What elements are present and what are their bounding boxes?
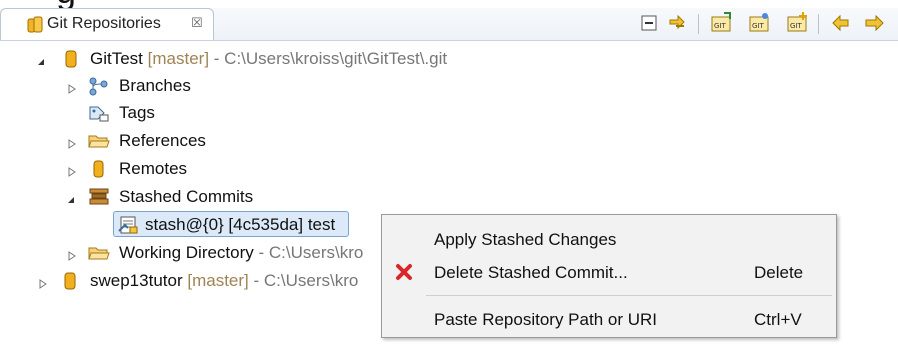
menu-item-label: Delete Stashed Commit... <box>434 263 628 282</box>
repository-name: swep13tutor <box>90 271 183 290</box>
collapsed-arrow-icon[interactable] <box>67 136 77 149</box>
tree-item-gittest-repository[interactable]: GitTest [master] - C:\Users\kroiss\git\G… <box>0 46 600 73</box>
collapsed-arrow-icon[interactable] <box>67 81 77 94</box>
git-repositories-icon <box>27 16 45 39</box>
menu-separator <box>426 295 832 296</box>
repository-icon <box>61 49 83 69</box>
tree-item-stashed-commits[interactable]: Stashed Commits <box>0 184 400 211</box>
git-repositories-tab[interactable]: Git Repositories ☒ <box>0 8 214 40</box>
stashed-commits-label: Stashed Commits <box>119 187 254 206</box>
menu-item-label: Paste Repository Path or URI <box>434 310 657 329</box>
tags-label: Tags <box>119 103 155 122</box>
toolbar-separator <box>698 14 699 34</box>
repository-name: GitTest <box>90 49 143 68</box>
tags-icon <box>88 103 110 123</box>
svg-text:GIT: GIT <box>714 22 726 30</box>
collapsed-arrow-icon[interactable] <box>67 164 77 177</box>
stash-entry-label: stash@{0} [4c535da] test <box>145 215 336 234</box>
repository-path: - C:\Users\kroiss\git\GitTest\.git <box>213 49 448 68</box>
branches-icon <box>88 76 110 96</box>
references-label: References <box>119 131 206 150</box>
collapse-all-icon[interactable] <box>636 11 662 35</box>
folder-icon <box>88 243 110 263</box>
stash-icon <box>88 187 110 207</box>
svg-text:GIT: GIT <box>790 22 802 30</box>
tree-item-remotes[interactable]: Remotes <box>0 156 400 183</box>
link-with-selection-icon[interactable] <box>664 11 690 35</box>
refresh-icon[interactable] <box>828 11 854 35</box>
remotes-label: Remotes <box>119 159 188 178</box>
expanded-arrow-icon[interactable] <box>36 54 46 65</box>
link-icon[interactable] <box>862 11 888 35</box>
create-repository-icon[interactable]: GIT <box>784 11 810 35</box>
tree-item-swep13tutor-repository[interactable]: swep13tutor [master] - C:\Users\kro <box>0 268 380 295</box>
branches-label: Branches <box>119 76 191 95</box>
close-icon[interactable]: ☒ <box>191 15 203 31</box>
svg-text:GIT: GIT <box>752 22 764 30</box>
menu-item-delete-stashed-commit[interactable]: Delete Stashed Commit... Delete <box>382 258 836 286</box>
menu-item-apply-stashed-changes[interactable]: Apply Stashed Changes <box>382 225 836 253</box>
menu-item-paste-repository-path[interactable]: Paste Repository Path or URI Ctrl+V <box>382 305 836 333</box>
add-existing-repository-icon[interactable]: GIT <box>708 11 734 35</box>
repository-branch: [master] <box>147 49 210 68</box>
clone-repository-icon[interactable]: GIT <box>746 11 772 35</box>
collapsed-arrow-icon[interactable] <box>67 248 77 261</box>
tree-item-working-directory[interactable]: Working Directory - C:\Users\kro <box>0 240 380 267</box>
repository-branch: [master] <box>187 271 249 290</box>
tree-item-branches[interactable]: Branches <box>0 73 400 100</box>
view-title: Git Repositories <box>47 15 161 32</box>
toolbar-separator <box>818 14 819 34</box>
context-menu: Apply Stashed Changes Delete Stashed Com… <box>381 214 837 338</box>
expanded-arrow-icon[interactable] <box>66 192 76 203</box>
working-directory-label: Working Directory <box>119 243 254 262</box>
tree-item-references[interactable]: References <box>0 128 400 155</box>
tree-item-stash-entry[interactable]: stash@{0} [4c535da] test <box>0 211 400 239</box>
stash-commit-icon <box>117 215 139 235</box>
working-directory-path: - C:\Users\kro <box>258 243 364 262</box>
tree-item-tags[interactable]: Tags <box>0 100 400 127</box>
view-toolbar: Git Repositories ☒ GIT GIT GIT <box>0 8 898 41</box>
repository-path: - C:\Users\kro <box>253 271 359 290</box>
git-repositories-screen: g Git Repositories ☒ <box>0 0 898 364</box>
collapsed-arrow-icon[interactable] <box>38 276 48 289</box>
delete-icon <box>394 262 414 282</box>
folder-icon <box>88 131 110 151</box>
menu-item-shortcut: Delete <box>754 263 804 282</box>
menu-item-label: Apply Stashed Changes <box>434 230 617 249</box>
remotes-icon <box>88 159 110 179</box>
menu-item-shortcut: Ctrl+V <box>754 310 802 329</box>
repository-icon <box>60 271 82 291</box>
